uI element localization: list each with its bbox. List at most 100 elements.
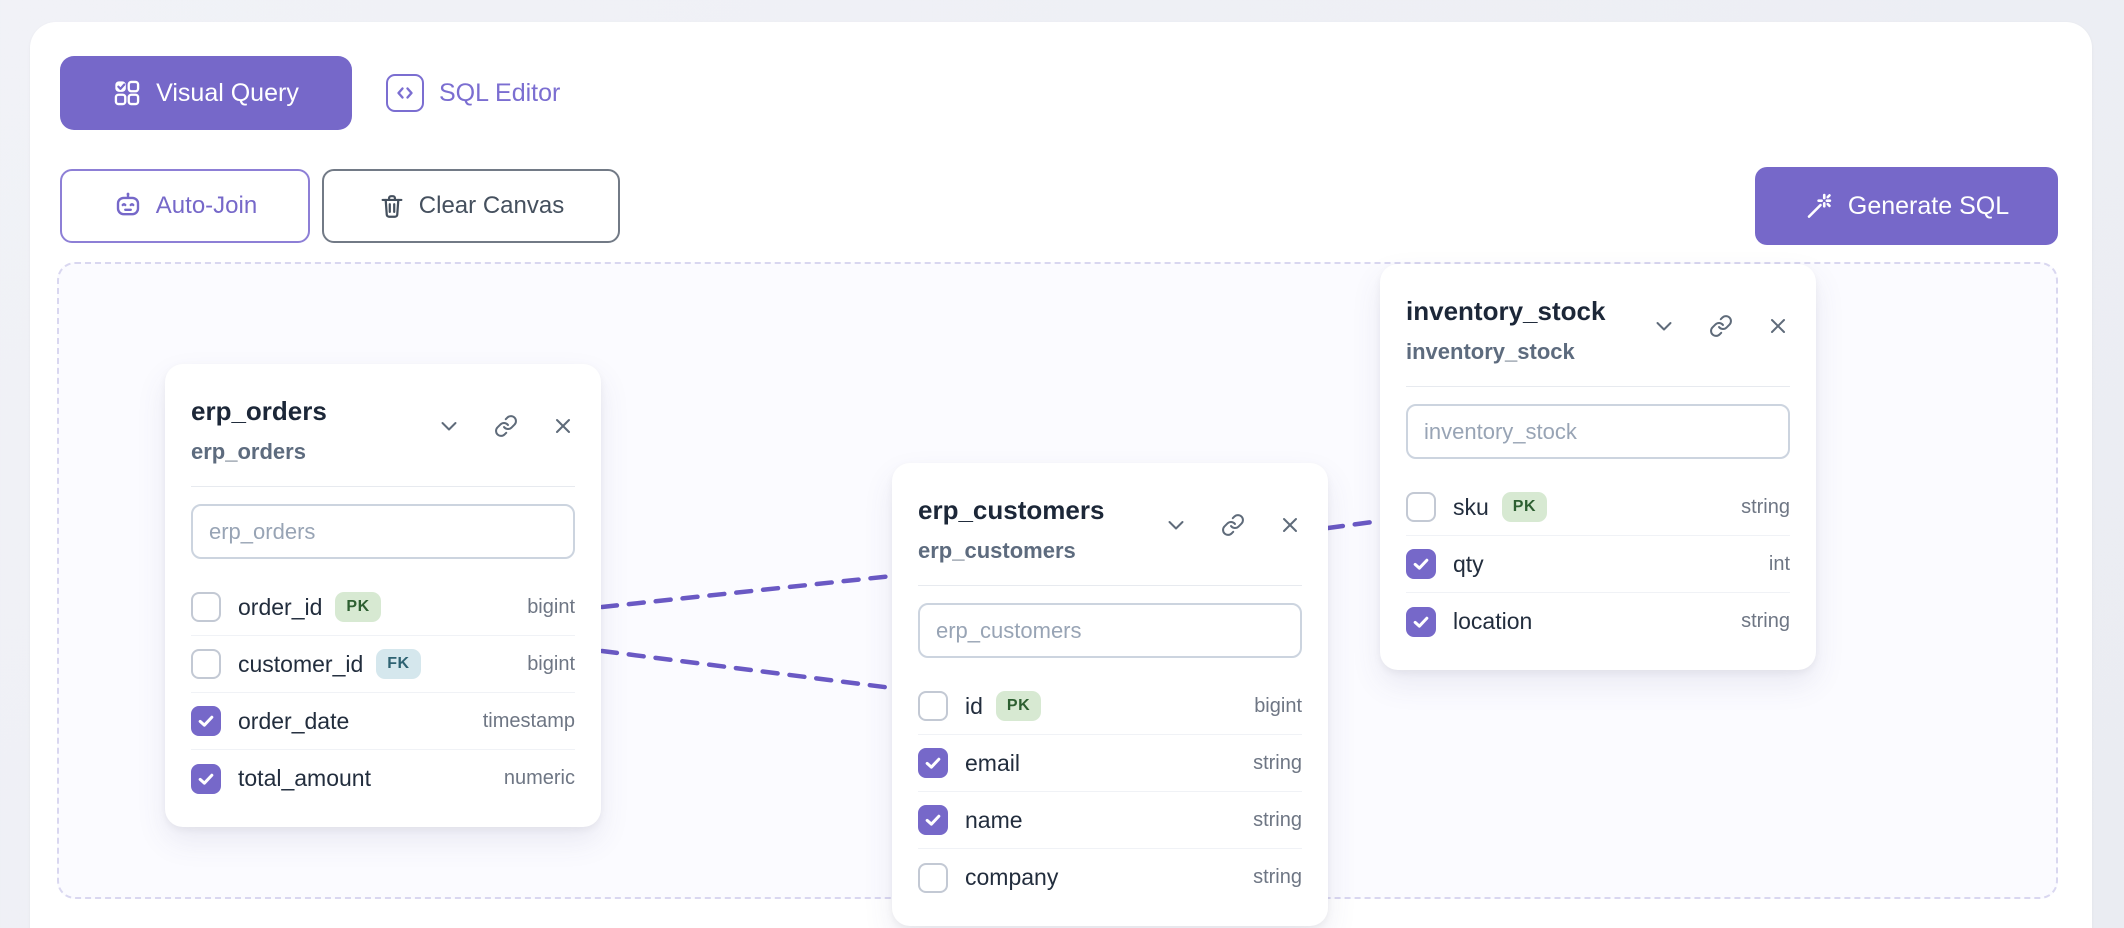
- tab-visual-query-label: Visual Query: [156, 79, 299, 108]
- field-type: string: [1253, 809, 1302, 832]
- card-titles: erp_orders erp_orders: [191, 394, 327, 466]
- card-titles: inventory_stock inventory_stock: [1406, 294, 1605, 366]
- field-name: company: [965, 864, 1058, 891]
- field-row: qty int: [1406, 536, 1790, 593]
- link-icon[interactable]: [1221, 513, 1245, 537]
- auto-join-label: Auto-Join: [156, 192, 257, 220]
- divider: [1406, 386, 1790, 387]
- card-actions: [437, 414, 575, 438]
- field-name: name: [965, 807, 1023, 834]
- field-row: total_amount numeric: [191, 750, 575, 807]
- field-row: order_date timestamp: [191, 693, 575, 750]
- field-list: sku PK string qty int location string: [1406, 479, 1790, 650]
- table-title: erp_customers: [918, 493, 1104, 527]
- field-type: string: [1253, 866, 1302, 889]
- field-name: email: [965, 750, 1020, 777]
- field-type: string: [1741, 610, 1790, 633]
- field-row: customer_id FK bigint: [191, 636, 575, 693]
- card-header: erp_orders erp_orders: [191, 394, 575, 466]
- field-checkbox[interactable]: [1406, 607, 1436, 637]
- tab-sql-editor[interactable]: SQL Editor: [386, 73, 560, 113]
- field-name: location: [1453, 608, 1532, 635]
- field-row: company string: [918, 849, 1302, 906]
- trash-icon: [378, 192, 406, 220]
- chevron-down-icon[interactable]: [1652, 314, 1676, 338]
- close-icon[interactable]: [1278, 513, 1302, 537]
- card-header: erp_customers erp_customers: [918, 493, 1302, 565]
- visual-query-builder-screen: Visual Query SQL Editor Auto-Join: [0, 0, 2124, 928]
- field-checkbox[interactable]: [1406, 549, 1436, 579]
- field-type: bigint: [1254, 695, 1302, 718]
- generate-sql-button[interactable]: Generate SQL: [1755, 167, 2058, 245]
- grid-check-icon: [113, 79, 141, 107]
- field-type: timestamp: [483, 710, 575, 733]
- field-type: int: [1769, 553, 1790, 576]
- field-checkbox[interactable]: [191, 592, 221, 622]
- field-name: order_id: [238, 594, 322, 621]
- field-checkbox[interactable]: [191, 649, 221, 679]
- table-title: inventory_stock: [1406, 294, 1605, 328]
- field-type: bigint: [527, 596, 575, 619]
- field-type: bigint: [527, 653, 575, 676]
- code-icon: [386, 74, 424, 112]
- field-type: string: [1253, 752, 1302, 775]
- field-type: string: [1741, 496, 1790, 519]
- tab-sql-editor-label: SQL Editor: [439, 79, 560, 108]
- field-row: sku PK string: [1406, 479, 1790, 536]
- field-checkbox[interactable]: [191, 764, 221, 794]
- tab-visual-query[interactable]: Visual Query: [60, 56, 352, 130]
- field-row: email string: [918, 735, 1302, 792]
- field-checkbox[interactable]: [918, 748, 948, 778]
- field-name: qty: [1453, 551, 1484, 578]
- robot-icon: [113, 191, 143, 221]
- field-name: total_amount: [238, 765, 371, 792]
- table-card-erp-customers[interactable]: erp_customers erp_customers id P: [892, 463, 1328, 926]
- link-icon[interactable]: [1709, 314, 1733, 338]
- auto-join-button[interactable]: Auto-Join: [60, 169, 310, 243]
- field-checkbox[interactable]: [918, 863, 948, 893]
- chevron-down-icon[interactable]: [437, 414, 461, 438]
- table-card-inventory-stock[interactable]: inventory_stock inventory_stock sku: [1380, 264, 1816, 670]
- field-checkbox[interactable]: [191, 706, 221, 736]
- card-titles: erp_customers erp_customers: [918, 493, 1104, 565]
- field-list: id PK bigint email string name string: [918, 678, 1302, 906]
- table-alias-input[interactable]: [918, 603, 1302, 658]
- pk-badge: PK: [996, 691, 1041, 721]
- field-row: order_id PK bigint: [191, 579, 575, 636]
- field-name: customer_id: [238, 651, 363, 678]
- field-checkbox[interactable]: [918, 805, 948, 835]
- field-row: location string: [1406, 593, 1790, 650]
- pk-badge: PK: [1502, 492, 1547, 522]
- divider: [191, 486, 575, 487]
- close-icon[interactable]: [551, 414, 575, 438]
- field-name: sku: [1453, 494, 1489, 521]
- clear-canvas-label: Clear Canvas: [419, 192, 564, 220]
- card-header: inventory_stock inventory_stock: [1406, 294, 1790, 366]
- field-list: order_id PK bigint customer_id FK bigint…: [191, 579, 575, 807]
- generate-sql-label: Generate SQL: [1848, 192, 2009, 221]
- close-icon[interactable]: [1766, 314, 1790, 338]
- table-subtitle: erp_orders: [191, 438, 327, 466]
- field-row: id PK bigint: [918, 678, 1302, 735]
- link-icon[interactable]: [494, 414, 518, 438]
- fk-badge: FK: [376, 649, 420, 679]
- chevron-down-icon[interactable]: [1164, 513, 1188, 537]
- field-name: id: [965, 693, 983, 720]
- pk-badge: PK: [335, 592, 380, 622]
- field-name: order_date: [238, 708, 349, 735]
- table-card-erp-orders[interactable]: erp_orders erp_orders order_id P: [165, 364, 601, 827]
- table-subtitle: erp_customers: [918, 537, 1104, 565]
- clear-canvas-button[interactable]: Clear Canvas: [322, 169, 620, 243]
- divider: [918, 585, 1302, 586]
- table-alias-input[interactable]: [1406, 404, 1790, 459]
- field-checkbox[interactable]: [1406, 492, 1436, 522]
- field-checkbox[interactable]: [918, 691, 948, 721]
- card-actions: [1652, 314, 1790, 338]
- magic-wand-icon: [1804, 191, 1834, 221]
- table-subtitle: inventory_stock: [1406, 338, 1605, 366]
- field-row: name string: [918, 792, 1302, 849]
- table-title: erp_orders: [191, 394, 327, 428]
- table-alias-input[interactable]: [191, 504, 575, 559]
- card-actions: [1164, 513, 1302, 537]
- field-type: numeric: [504, 767, 575, 790]
